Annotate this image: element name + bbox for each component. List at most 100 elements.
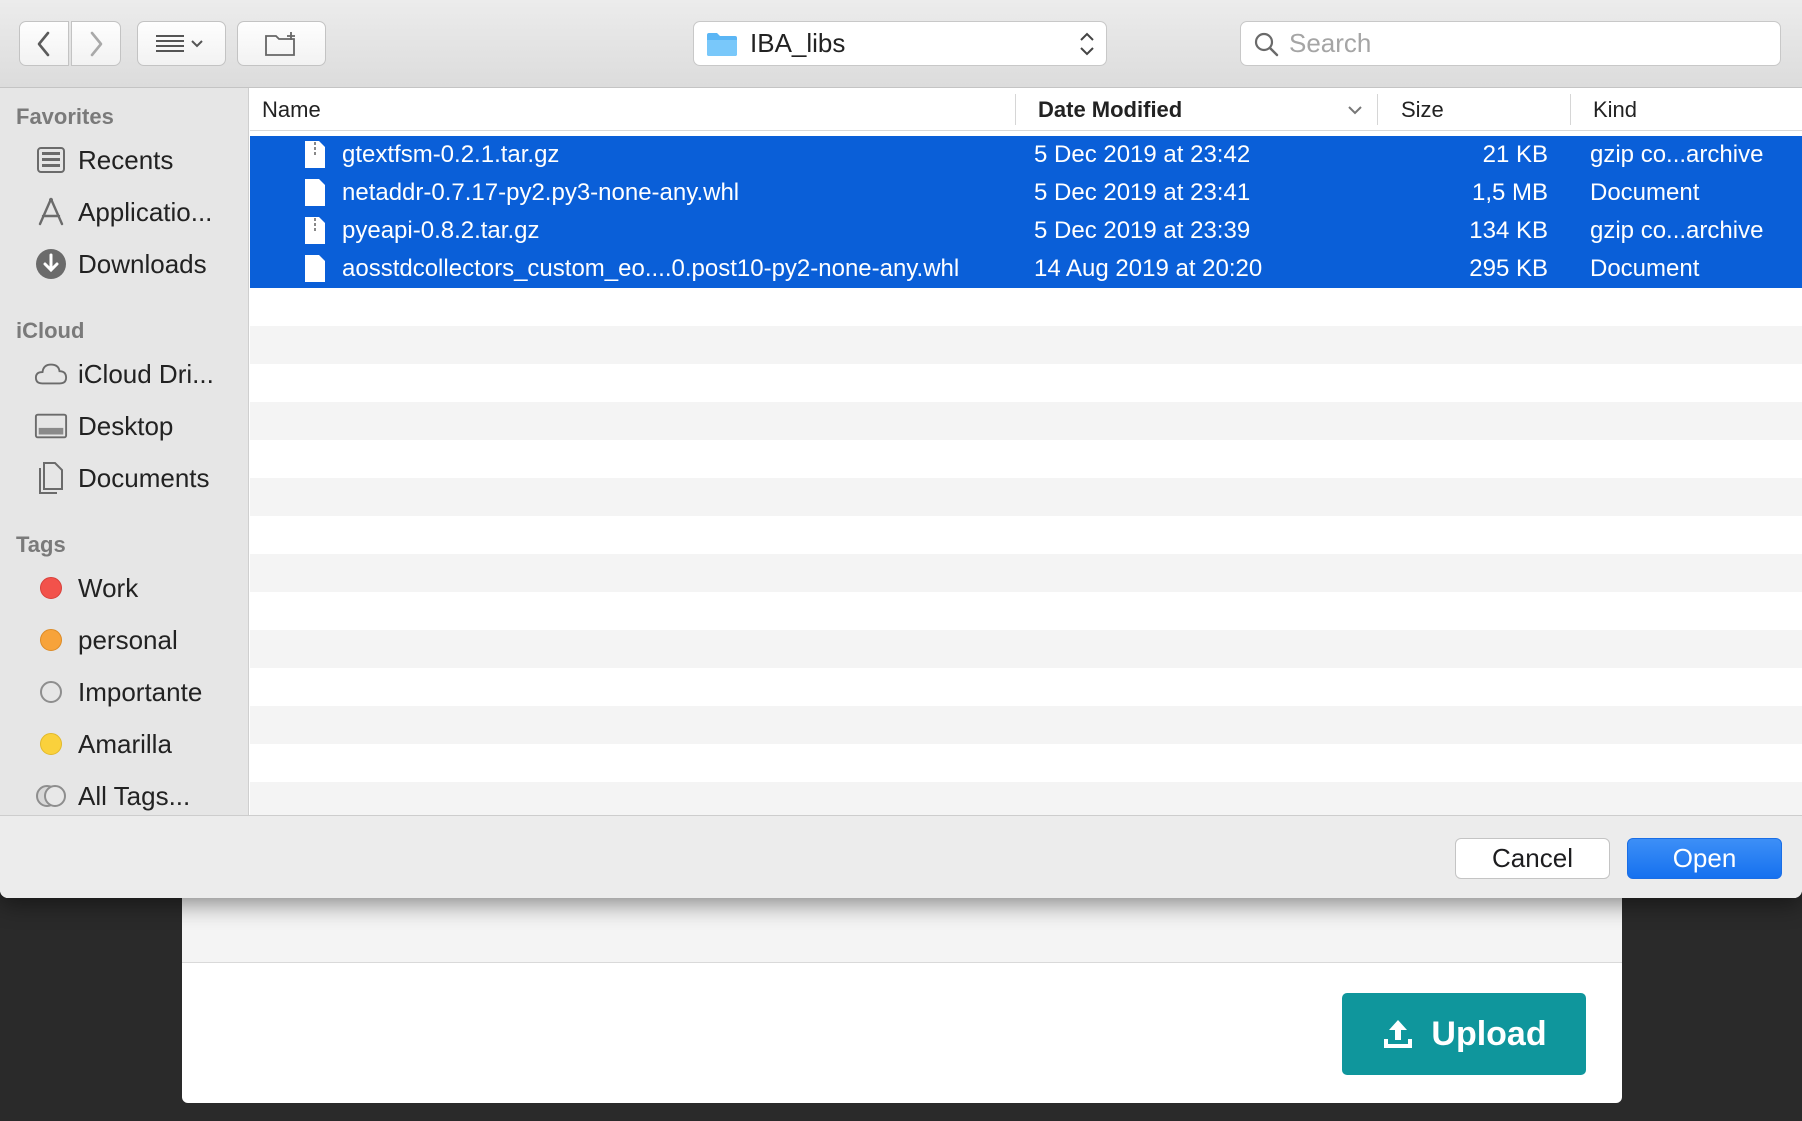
empty-row — [250, 706, 1802, 744]
sidebar-item-label: Applicatio... — [78, 196, 213, 227]
sidebar-item-label: Recents — [78, 144, 174, 175]
file-rows: gtextfsm-0.2.1.tar.gz 5 Dec 2019 at 23:4… — [250, 136, 1802, 815]
file-row-pyeapi[interactable]: pyeapi-0.8.2.tar.gz 5 Dec 2019 at 23:39 … — [250, 212, 1802, 250]
sidebar-item-desktop[interactable]: Desktop — [0, 403, 248, 449]
upload-icon — [1384, 1020, 1413, 1048]
sidebar-item-label: Desktop — [78, 410, 174, 441]
sidebar-item-label: All Tags... — [78, 780, 191, 811]
file-date-modified: 14 Aug 2019 at 20:20 — [1034, 255, 1263, 282]
tag-color-icon — [34, 727, 68, 761]
sidebar-section-tags: Tags — [16, 532, 66, 557]
empty-row — [250, 516, 1802, 554]
sidebar-item-applications[interactable]: Applicatio... — [0, 189, 248, 235]
empty-row — [250, 630, 1802, 668]
file-name: netaddr-0.7.17-py2.py3-none-any.whl — [342, 179, 740, 206]
archive-file-icon — [305, 141, 325, 168]
file-date-modified: 5 Dec 2019 at 23:42 — [1034, 141, 1251, 168]
file-row-aosstdcollectors[interactable]: aosstdcollectors_custom_eo....0.post10-p… — [250, 250, 1802, 288]
view-mode-button[interactable] — [137, 21, 226, 66]
search-input[interactable] — [1289, 28, 1749, 59]
file-kind: gzip co...archive — [1590, 141, 1764, 168]
file-date-modified: 5 Dec 2019 at 23:39 — [1034, 217, 1251, 244]
folder-path-popup[interactable]: IBA_libs — [693, 21, 1107, 66]
column-divider[interactable] — [1377, 94, 1378, 125]
sidebar-tag-importante[interactable]: Importante — [0, 669, 248, 715]
search-icon — [1254, 32, 1279, 56]
empty-row — [250, 668, 1802, 706]
empty-row — [250, 364, 1802, 402]
dialog-sidebar: Favorites Recents Applicatio... Download… — [0, 88, 249, 815]
sidebar-item-documents[interactable]: Documents — [0, 455, 248, 501]
sidebar-all-tags[interactable]: All Tags... — [0, 773, 248, 815]
column-kind[interactable]: Kind — [1593, 88, 1637, 131]
sidebar-item-icloud-drive[interactable]: iCloud Dri... — [0, 351, 248, 397]
file-name: gtextfsm-0.2.1.tar.gz — [342, 141, 560, 168]
folder-icon — [707, 32, 737, 56]
file-row-gtextfsm[interactable]: gtextfsm-0.2.1.tar.gz 5 Dec 2019 at 23:4… — [250, 136, 1802, 174]
column-header: Name Date Modified Size Kind — [250, 88, 1802, 131]
column-size[interactable]: Size — [1401, 88, 1444, 131]
column-date-modified[interactable]: Date Modified — [1038, 88, 1182, 131]
column-name[interactable]: Name — [262, 88, 321, 131]
new-folder-icon — [264, 31, 295, 56]
forward-button[interactable] — [71, 21, 121, 66]
list-view-icon — [155, 34, 203, 52]
file-row-netaddr[interactable]: netaddr-0.7.17-py2.py3-none-any.whl 5 De… — [250, 174, 1802, 212]
applications-icon — [34, 195, 68, 229]
current-folder-label: IBA_libs — [750, 28, 846, 58]
column-divider[interactable] — [1570, 94, 1571, 125]
tag-color-icon — [34, 623, 68, 657]
sidebar-item-downloads[interactable]: Downloads — [0, 241, 248, 287]
file-size: 134 KB — [1469, 217, 1548, 244]
downloads-icon — [34, 247, 68, 281]
file-name: aosstdcollectors_custom_eo....0.post10-p… — [342, 255, 960, 282]
tag-color-icon — [34, 571, 68, 605]
sidebar-tag-personal[interactable]: personal — [0, 617, 248, 663]
sidebar-item-label: iCloud Dri... — [78, 358, 214, 389]
file-date-modified: 5 Dec 2019 at 23:41 — [1034, 179, 1251, 206]
dialog-toolbar: IBA_libs — [0, 0, 1802, 88]
upload-button[interactable]: Upload — [1342, 993, 1586, 1075]
sidebar-item-recents[interactable]: Recents — [0, 137, 248, 183]
file-list: Name Date Modified Size Kind gtextfsm-0.… — [250, 88, 1802, 815]
file-kind: gzip co...archive — [1590, 217, 1764, 244]
empty-row — [250, 402, 1802, 440]
document-file-icon — [305, 255, 325, 282]
file-kind: Document — [1590, 179, 1700, 206]
tag-color-icon — [34, 675, 68, 709]
empty-row — [250, 744, 1802, 782]
sidebar-item-label: Importante — [78, 676, 203, 707]
file-size: 21 KB — [1482, 141, 1548, 168]
sidebar-tag-amarilla[interactable]: Amarilla — [0, 721, 248, 767]
column-divider[interactable] — [1015, 94, 1016, 125]
sort-descending-icon — [1348, 106, 1362, 115]
empty-row — [250, 592, 1802, 630]
sidebar-tag-work[interactable]: Work — [0, 565, 248, 611]
empty-row — [250, 440, 1802, 478]
open-file-dialog: IBA_libs Favorites — [0, 0, 1802, 898]
sidebar-item-label: Documents — [78, 462, 210, 493]
new-folder-button[interactable] — [237, 21, 326, 66]
empty-row — [250, 554, 1802, 592]
all-tags-icon — [34, 779, 68, 813]
empty-row — [250, 782, 1802, 815]
sidebar-section-favorites: Favorites — [16, 104, 114, 129]
updown-chevron-icon — [1080, 32, 1094, 56]
upload-button-label: Upload — [1431, 1014, 1547, 1053]
sidebar-item-label: Work — [78, 572, 139, 603]
search-field[interactable] — [1240, 21, 1781, 66]
empty-row — [250, 478, 1802, 516]
cancel-button[interactable]: Cancel — [1455, 838, 1610, 879]
document-file-icon — [305, 179, 325, 206]
documents-icon — [34, 461, 68, 495]
file-name: pyeapi-0.8.2.tar.gz — [342, 217, 540, 244]
back-button[interactable] — [19, 21, 69, 66]
empty-row — [250, 326, 1802, 364]
open-button[interactable]: Open — [1627, 838, 1782, 879]
dialog-button-bar: Cancel Open — [0, 815, 1802, 898]
chevron-left-icon — [37, 31, 50, 56]
file-size: 295 KB — [1469, 255, 1548, 282]
cloud-icon — [34, 357, 68, 391]
sidebar-item-label: Amarilla — [78, 728, 172, 759]
empty-row — [250, 288, 1802, 326]
